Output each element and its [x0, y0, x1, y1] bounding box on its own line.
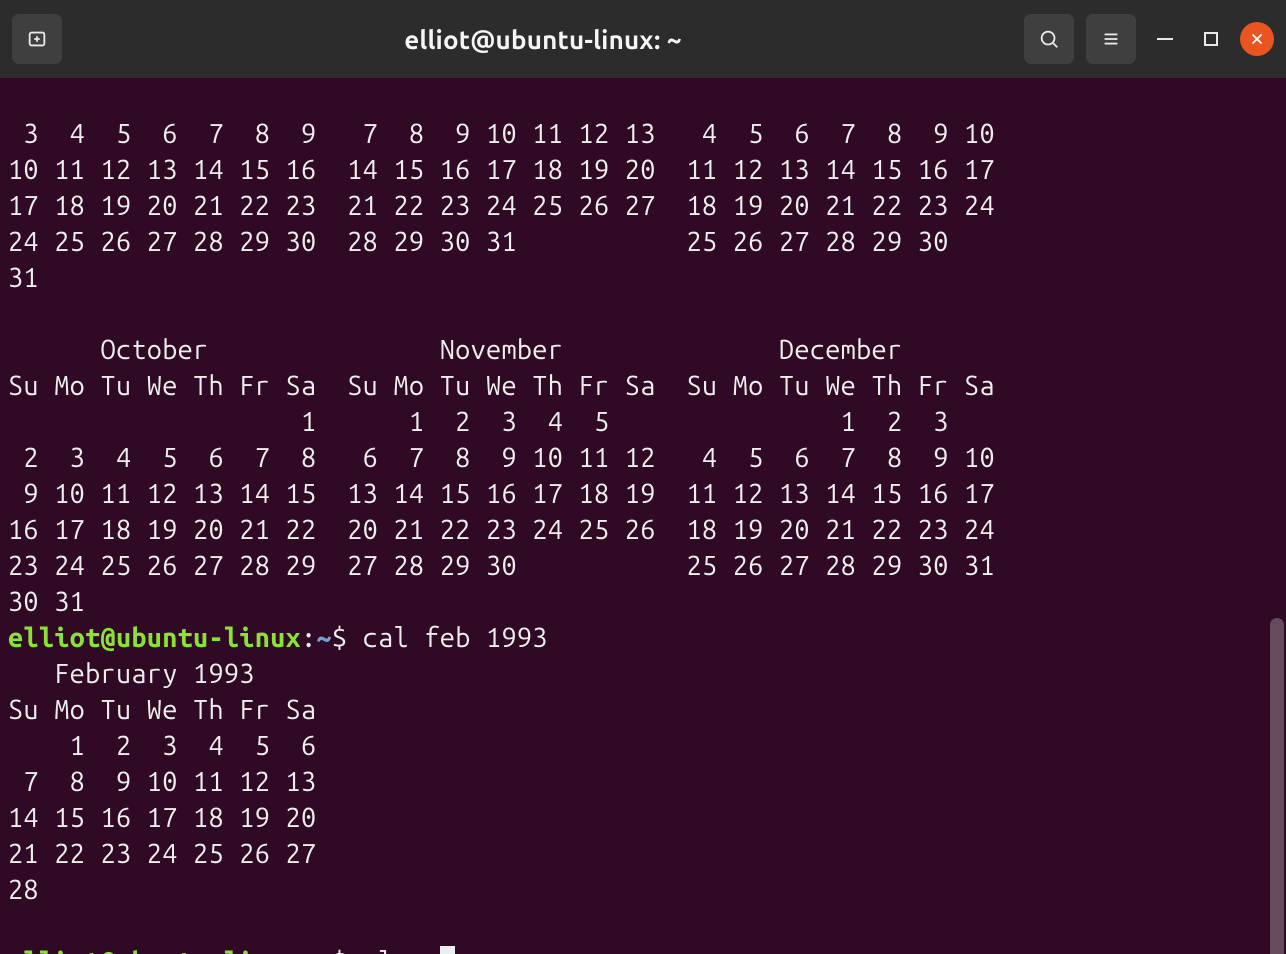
prompt-user-host: elliot@ubuntu-linux: [8, 623, 301, 653]
minimize-icon: [1157, 38, 1173, 40]
new-tab-button[interactable]: [12, 14, 62, 64]
window-title: elliot@ubuntu-linux: ~: [70, 25, 1016, 54]
close-icon: [1248, 30, 1266, 48]
cal-row: 30 31: [8, 587, 85, 617]
prompt-dollar: $: [332, 623, 363, 653]
cal-row: 16 17 18 19 20 21 22 20 21 22 23 24 25 2…: [8, 515, 995, 545]
command-text: clear: [363, 947, 440, 954]
window-controls: [1024, 14, 1274, 64]
cal-row: 23 24 25 26 27 28 29 27 28 29 30 25 26 2…: [8, 551, 995, 581]
cal-row: 7 8 9 10 11 12 13: [8, 767, 316, 797]
minimize-button[interactable]: [1148, 22, 1182, 56]
cal-row: 24 25 26 27 28 29 30 28 29 30 31 25 26 2…: [8, 227, 949, 257]
scrollbar-thumb[interactable]: [1270, 618, 1284, 954]
cal-row: 9 10 11 12 13 14 15 13 14 15 16 17 18 19…: [8, 479, 995, 509]
cal-row: 1 1 2 3 4 5 1 2 3: [8, 407, 949, 437]
title-bar: elliot@ubuntu-linux: ~: [0, 0, 1286, 78]
search-button[interactable]: [1024, 14, 1074, 64]
cal-day-header: Su Mo Tu We Th Fr Sa Su Mo Tu We Th Fr S…: [8, 371, 995, 401]
terminal-output[interactable]: 3 4 5 6 7 8 9 7 8 9 10 11 12 13 4 5 6 7 …: [0, 78, 1286, 954]
close-button[interactable]: [1240, 22, 1274, 56]
cal-row: 3 4 5 6 7 8 9 7 8 9 10 11 12 13 4 5 6 7 …: [8, 119, 995, 149]
prompt-colon: :: [301, 623, 316, 653]
cursor: [440, 946, 455, 954]
cal-row: 1 2 3 4 5 6: [8, 731, 316, 761]
maximize-icon: [1204, 32, 1218, 46]
command-text: cal feb 1993: [363, 623, 548, 653]
cal-row: 14 15 16 17 18 19 20: [8, 803, 316, 833]
cal-month-header: October November December: [8, 335, 902, 365]
cal-row: 28: [8, 875, 39, 905]
maximize-button[interactable]: [1194, 22, 1228, 56]
prompt-dollar: $: [332, 947, 363, 954]
prompt-user-host: elliot@ubuntu-linux: [8, 947, 301, 954]
cal-row: 21 22 23 24 25 26 27: [8, 839, 316, 869]
cal-row: 2 3 4 5 6 7 8 6 7 8 9 10 11 12 4 5 6 7 8…: [8, 443, 995, 473]
cal-row: 17 18 19 20 21 22 23 21 22 23 24 25 26 2…: [8, 191, 995, 221]
cal-day-header: Su Mo Tu We Th Fr Sa: [8, 695, 316, 725]
cal-row: 10 11 12 13 14 15 16 14 15 16 17 18 19 2…: [8, 155, 995, 185]
hamburger-menu-button[interactable]: [1086, 14, 1136, 64]
prompt-colon: :: [301, 947, 316, 954]
cal-row: 31: [8, 263, 39, 293]
prompt-path: ~: [316, 947, 331, 954]
cal-month-title: February 1993: [8, 659, 255, 689]
prompt-path: ~: [316, 623, 331, 653]
